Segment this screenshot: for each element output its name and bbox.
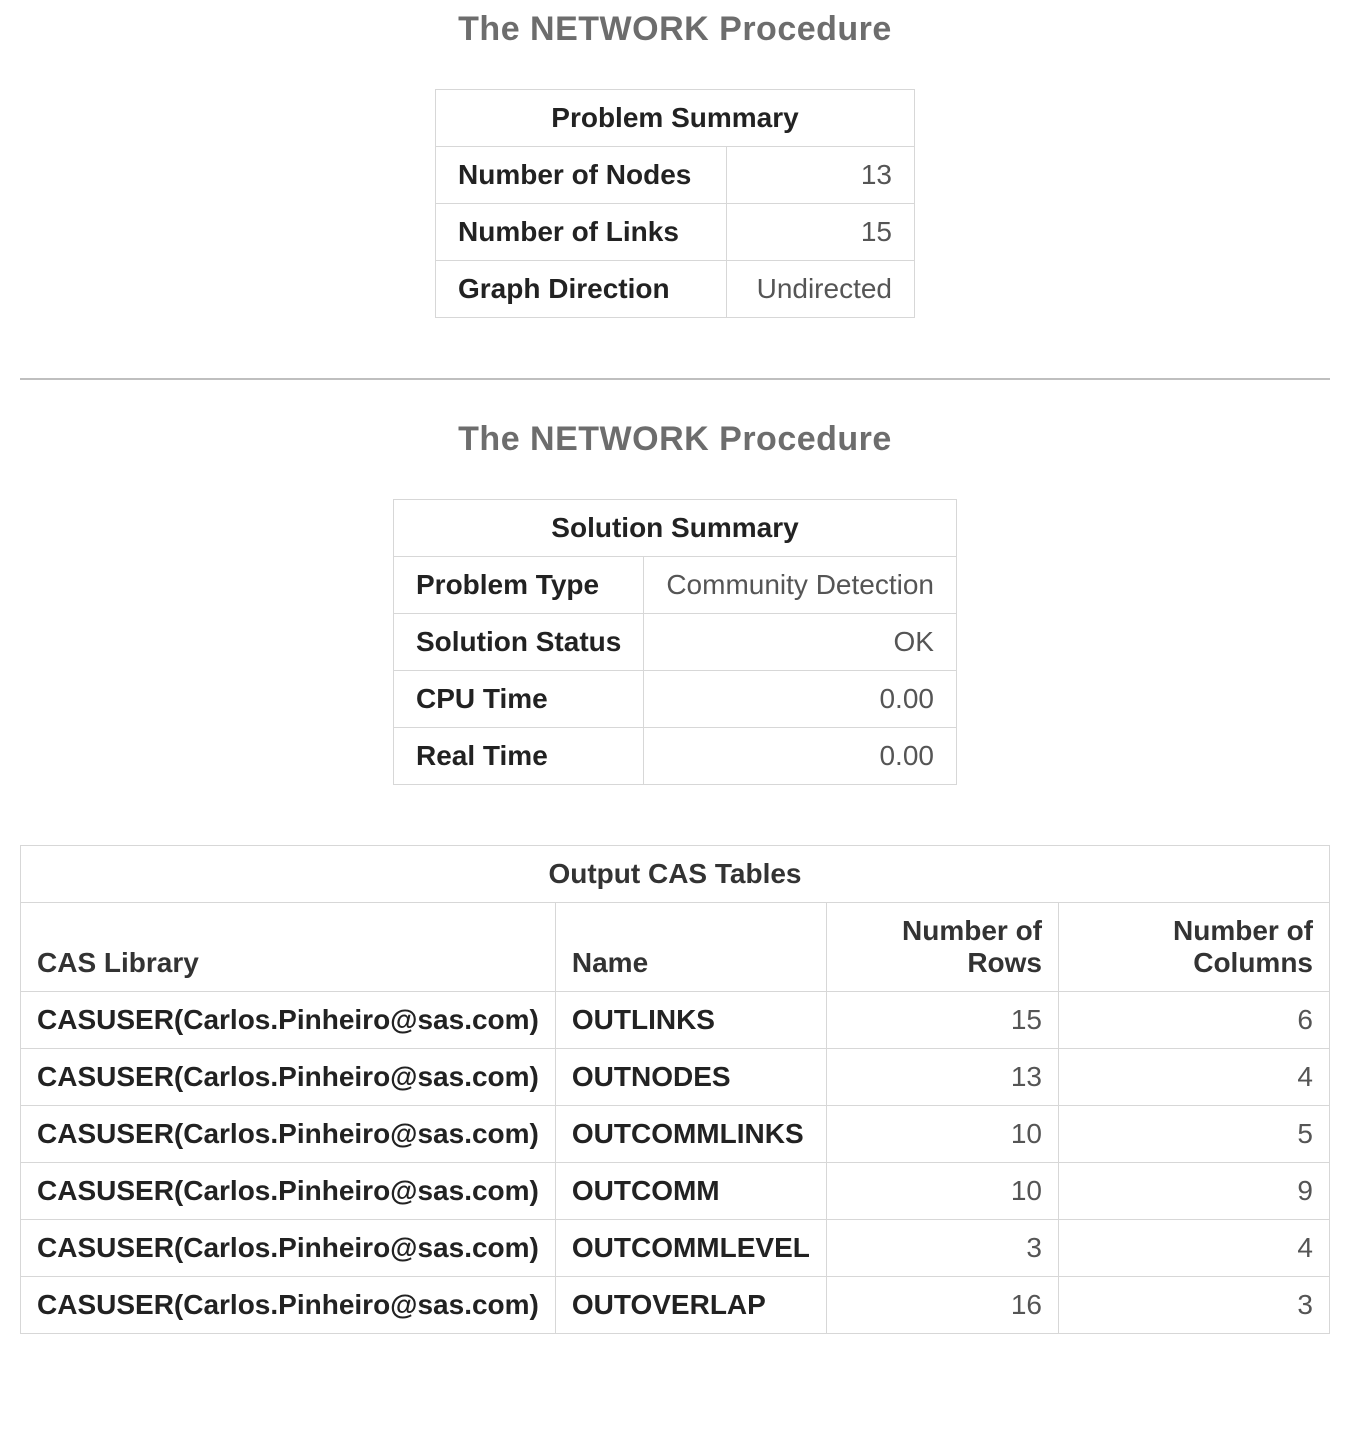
section-divider	[20, 378, 1330, 380]
row-value: 0.00	[644, 728, 957, 785]
cell-num-rows: 10	[826, 1163, 1058, 1220]
cell-cas-library: CASUSER(Carlos.Pinheiro@sas.com)	[21, 1277, 556, 1334]
output-cas-tables-caption: Output CAS Tables	[21, 846, 1330, 903]
output-cas-tables: Output CAS Tables CAS Library Name Numbe…	[20, 845, 1330, 1334]
table-row: Graph Direction Undirected	[436, 261, 915, 318]
table-row: CASUSER(Carlos.Pinheiro@sas.com) OUTCOMM…	[21, 1163, 1330, 1220]
row-value: OK	[644, 614, 957, 671]
column-header-row: CAS Library Name Number of Rows Number o…	[21, 903, 1330, 992]
cell-num-rows: 16	[826, 1277, 1058, 1334]
problem-summary-caption: Problem Summary	[436, 90, 915, 147]
col-name: Name	[555, 903, 826, 992]
table-row: CASUSER(Carlos.Pinheiro@sas.com) OUTCOMM…	[21, 1220, 1330, 1277]
row-label: Number of Nodes	[436, 147, 727, 204]
table-row: Solution Status OK	[394, 614, 957, 671]
row-label: Problem Type	[394, 557, 644, 614]
section2-title: The NETWORK Procedure	[20, 420, 1330, 459]
table-row: CASUSER(Carlos.Pinheiro@sas.com) OUTCOMM…	[21, 1106, 1330, 1163]
cell-num-rows: 13	[826, 1049, 1058, 1106]
row-value: 0.00	[644, 671, 957, 728]
cell-cas-library: CASUSER(Carlos.Pinheiro@sas.com)	[21, 992, 556, 1049]
cell-name: OUTOVERLAP	[555, 1277, 826, 1334]
cell-cas-library: CASUSER(Carlos.Pinheiro@sas.com)	[21, 1163, 556, 1220]
problem-summary-table: Problem Summary Number of Nodes 13 Numbe…	[435, 89, 915, 318]
row-label: Graph Direction	[436, 261, 727, 318]
table-row: CASUSER(Carlos.Pinheiro@sas.com) OUTOVER…	[21, 1277, 1330, 1334]
cell-cas-library: CASUSER(Carlos.Pinheiro@sas.com)	[21, 1220, 556, 1277]
cell-num-cols: 4	[1059, 1049, 1330, 1106]
table-row: Number of Links 15	[436, 204, 915, 261]
table-row: CASUSER(Carlos.Pinheiro@sas.com) OUTLINK…	[21, 992, 1330, 1049]
cell-name: OUTCOMM	[555, 1163, 826, 1220]
row-value: Community Detection	[644, 557, 957, 614]
cell-num-cols: 9	[1059, 1163, 1330, 1220]
row-label: Number of Links	[436, 204, 727, 261]
table-row: Real Time 0.00	[394, 728, 957, 785]
table-row: Problem Type Community Detection	[394, 557, 957, 614]
row-label: CPU Time	[394, 671, 644, 728]
solution-summary-caption: Solution Summary	[394, 500, 957, 557]
cell-num-cols: 4	[1059, 1220, 1330, 1277]
row-value: 13	[726, 147, 914, 204]
row-value: Undirected	[726, 261, 914, 318]
table-row: CASUSER(Carlos.Pinheiro@sas.com) OUTNODE…	[21, 1049, 1330, 1106]
table-row: CPU Time 0.00	[394, 671, 957, 728]
cell-cas-library: CASUSER(Carlos.Pinheiro@sas.com)	[21, 1106, 556, 1163]
cell-num-cols: 6	[1059, 992, 1330, 1049]
cell-name: OUTCOMMLEVEL	[555, 1220, 826, 1277]
section1-title: The NETWORK Procedure	[20, 10, 1330, 49]
cell-num-rows: 15	[826, 992, 1058, 1049]
col-num-rows: Number of Rows	[826, 903, 1058, 992]
solution-summary-table: Solution Summary Problem Type Community …	[393, 499, 957, 785]
cell-name: OUTNODES	[555, 1049, 826, 1106]
row-value: 15	[726, 204, 914, 261]
cell-name: OUTLINKS	[555, 992, 826, 1049]
cell-cas-library: CASUSER(Carlos.Pinheiro@sas.com)	[21, 1049, 556, 1106]
col-num-cols: Number of Columns	[1059, 903, 1330, 992]
row-label: Solution Status	[394, 614, 644, 671]
table-row: Number of Nodes 13	[436, 147, 915, 204]
cell-num-rows: 10	[826, 1106, 1058, 1163]
cell-num-cols: 3	[1059, 1277, 1330, 1334]
row-label: Real Time	[394, 728, 644, 785]
col-cas-library: CAS Library	[21, 903, 556, 992]
cell-num-cols: 5	[1059, 1106, 1330, 1163]
cell-name: OUTCOMMLINKS	[555, 1106, 826, 1163]
cell-num-rows: 3	[826, 1220, 1058, 1277]
